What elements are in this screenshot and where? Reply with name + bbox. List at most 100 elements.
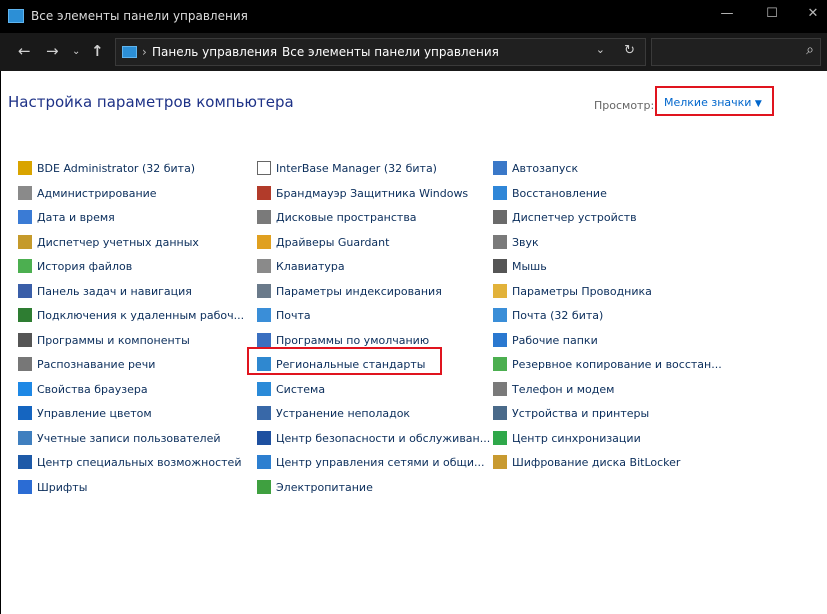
- item-label: InterBase Manager (32 бита): [276, 162, 437, 175]
- network-icon: [257, 455, 271, 469]
- indexing-icon: [257, 283, 271, 298]
- item-label: BDE Administrator (32 бита): [37, 162, 196, 175]
- admin-tools-icon: [18, 185, 32, 200]
- item-label: Шифрование диска BitLocker: [512, 456, 681, 469]
- item-label: Мышь: [512, 260, 547, 273]
- microphone-icon: [18, 357, 32, 371]
- chevron-down-icon[interactable]: ⌄: [596, 43, 605, 56]
- mail-icon: [493, 308, 507, 322]
- region-highlight-box: [247, 347, 442, 375]
- color-management-icon: [18, 406, 32, 420]
- maximize-button[interactable]: ☐: [760, 6, 784, 21]
- device-manager-icon: [493, 210, 507, 224]
- item-label: Панель задач и навигация: [37, 284, 192, 298]
- mouse-icon: [493, 259, 507, 273]
- item-label: Управление цветом: [37, 407, 152, 420]
- item-label: Программы и компоненты: [37, 333, 190, 347]
- window-title: Все элементы панели управления: [31, 9, 248, 23]
- work-folders-icon: [493, 332, 507, 347]
- item-label: Звук: [512, 235, 539, 249]
- explorer-options-icon: [493, 283, 507, 298]
- bitlocker-icon: [493, 455, 507, 469]
- close-button[interactable]: ✕: [801, 6, 825, 21]
- item-label: Шрифты: [37, 480, 88, 494]
- address-bar-area: ← → ⌄ ↑ › Панель управления › Все элемен…: [0, 33, 827, 71]
- view-label: Просмотр:: [594, 99, 655, 112]
- item-label: Центр управления сетями и общи...: [276, 456, 485, 469]
- flag-icon: [257, 430, 271, 445]
- item-label: Диспетчер учетных данных: [37, 235, 199, 249]
- speaker-icon: [493, 234, 507, 249]
- item-label: Клавиатура: [276, 260, 345, 273]
- title-bar: Все элементы панели управления — ☐ ✕: [0, 0, 827, 33]
- back-button[interactable]: ←: [18, 42, 31, 60]
- default-programs-icon: [257, 332, 271, 347]
- keyboard-icon: [257, 259, 271, 273]
- minimize-button[interactable]: —: [715, 6, 739, 21]
- fonts-icon: [18, 479, 32, 494]
- item-label: Телефон и модем: [512, 382, 615, 396]
- credential-icon: [18, 234, 32, 249]
- recovery-icon: [493, 185, 507, 200]
- view-mode-dropdown[interactable]: Мелкие значки ▼: [664, 96, 762, 109]
- view-mode-value: Мелкие значки: [664, 96, 752, 109]
- control-panel-icon: [8, 9, 24, 23]
- chevron-right-icon: ›: [142, 45, 147, 59]
- item-label: Центр специальных возможностей: [37, 456, 242, 469]
- item-label: Центр синхронизации: [512, 431, 641, 445]
- item-label: Параметры индексирования: [276, 284, 442, 298]
- phone-modem-icon: [493, 381, 507, 396]
- guardant-icon: [257, 234, 271, 249]
- storage-icon: [257, 210, 271, 224]
- up-button[interactable]: ↑: [91, 42, 104, 60]
- item-label: Учетные записи пользователей: [37, 431, 221, 445]
- breadcrumb-control-panel[interactable]: Панель управления: [152, 45, 277, 59]
- chevron-right-icon: ›: [270, 45, 275, 59]
- left-border: [0, 71, 1, 614]
- search-input[interactable]: ⌕: [651, 38, 821, 66]
- forward-button[interactable]: →: [46, 42, 59, 60]
- bde-icon: [18, 161, 32, 175]
- item-label: Автозапуск: [512, 162, 579, 175]
- view-mode-highlight: Мелкие значки ▼: [655, 86, 774, 116]
- item-label: Драйверы Guardant: [276, 235, 390, 249]
- item-label: Подключения к удаленным рабоч...: [37, 309, 245, 322]
- search-icon: ⌕: [806, 42, 814, 58]
- item-label: Восстановление: [512, 186, 607, 200]
- item-label: Резервное копирование и восстан...: [512, 358, 722, 371]
- item-label: Дата и время: [37, 211, 115, 224]
- clock-icon: [18, 210, 32, 224]
- system-icon: [257, 381, 271, 396]
- item-label: Рабочие папки: [512, 333, 598, 347]
- item-label: История файлов: [37, 260, 133, 273]
- internet-options-icon: [18, 381, 32, 396]
- item-label: Администрирование: [37, 186, 157, 200]
- item-label: Дисковые пространства: [276, 211, 417, 224]
- breadcrumb-all-items[interactable]: Все элементы панели управления: [282, 45, 499, 59]
- item-label: Центр безопасности и обслуживан...: [276, 431, 491, 445]
- document-icon: [257, 161, 271, 175]
- item-label: Диспетчер устройств: [512, 211, 637, 224]
- item-label: Почта (32 бита): [512, 309, 604, 322]
- sync-icon: [493, 430, 507, 445]
- caret-down-icon: ▼: [754, 99, 762, 109]
- users-icon: [18, 430, 32, 445]
- autoplay-icon: [493, 161, 507, 175]
- accessibility-icon: [18, 455, 32, 469]
- item-label: Свойства браузера: [37, 382, 148, 396]
- item-label: Параметры Проводника: [512, 284, 652, 298]
- recent-locations-dropdown[interactable]: ⌄: [72, 46, 80, 57]
- taskbar-icon: [18, 283, 32, 298]
- remote-desktop-icon: [18, 308, 32, 322]
- address-field[interactable]: › Панель управления › Все элементы панел…: [115, 38, 646, 66]
- mail-icon: [257, 308, 271, 322]
- firewall-icon: [257, 185, 271, 200]
- item-label: Устранение неполадок: [276, 407, 411, 420]
- item-label: Распознавание речи: [37, 358, 156, 371]
- item-label: Брандмауэр Защитника Windows: [276, 186, 469, 200]
- refresh-icon[interactable]: ↻: [624, 43, 635, 58]
- power-icon: [257, 479, 271, 494]
- troubleshoot-icon: [257, 406, 271, 420]
- printer-icon: [493, 406, 507, 420]
- item-label: Система: [276, 382, 326, 396]
